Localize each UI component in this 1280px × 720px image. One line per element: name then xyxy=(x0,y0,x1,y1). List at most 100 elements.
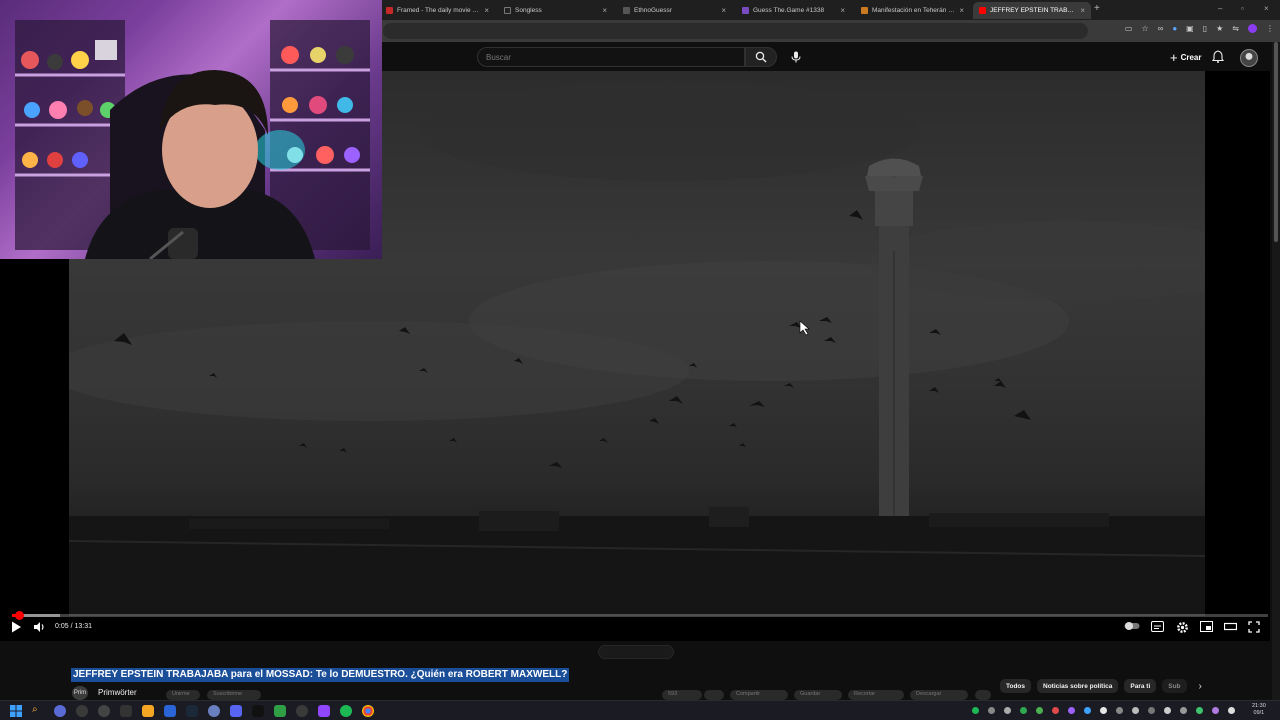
tab-guess-the-game[interactable]: Guess The.Game #1338 × xyxy=(736,2,851,19)
window-close-icon[interactable]: × xyxy=(1264,4,1269,13)
close-icon[interactable]: × xyxy=(602,6,607,15)
app-green-icon[interactable] xyxy=(274,705,286,717)
play-button[interactable] xyxy=(11,621,22,633)
channel-name[interactable]: Primwörter xyxy=(98,688,137,697)
tiktok-icon[interactable] xyxy=(252,705,264,717)
clip-button[interactable]: Recortar xyxy=(848,690,904,700)
tray-spotify-icon[interactable] xyxy=(972,707,979,714)
settings-button[interactable] xyxy=(1176,621,1189,634)
like-button[interactable]: 593 xyxy=(662,690,702,700)
fullscreen-button[interactable] xyxy=(1248,621,1260,633)
close-icon[interactable]: × xyxy=(484,6,489,15)
chip-sub[interactable]: Sub xyxy=(1162,679,1187,693)
tray-icon[interactable] xyxy=(1084,707,1091,714)
media-icon[interactable]: ⇋ xyxy=(1232,24,1239,33)
tray-icon[interactable] xyxy=(1164,707,1171,714)
chip-for-you[interactable]: Para ti xyxy=(1124,679,1157,693)
search-button[interactable] xyxy=(745,47,777,67)
address-bar[interactable] xyxy=(383,23,1088,39)
steam-icon[interactable] xyxy=(186,705,198,717)
maximize-icon[interactable]: ▫ xyxy=(1241,4,1244,13)
tray-icon[interactable] xyxy=(1148,707,1155,714)
account-avatar[interactable] xyxy=(1240,49,1258,67)
extension-icon[interactable]: ∞ xyxy=(1158,24,1164,33)
save-button[interactable]: Guardar xyxy=(794,690,842,700)
tray-icon[interactable] xyxy=(1100,707,1107,714)
tray-icon[interactable] xyxy=(1004,707,1011,714)
tab-ethnoguessr[interactable]: EthnoGuessr × xyxy=(617,2,732,19)
app-blue-icon[interactable] xyxy=(164,705,176,717)
minimize-icon[interactable]: – xyxy=(1218,4,1222,13)
notifications-bell-icon[interactable] xyxy=(1212,50,1224,63)
close-icon[interactable]: × xyxy=(1080,6,1085,15)
cast-icon[interactable]: ▭ xyxy=(1125,24,1133,33)
page-scrollbar[interactable] xyxy=(1272,42,1280,700)
theater-mode-button[interactable] xyxy=(1224,621,1237,632)
app-orange-icon[interactable] xyxy=(142,705,154,717)
tab-label: Manifestación en Teherán tras xyxy=(872,7,956,14)
app-arrow-icon[interactable] xyxy=(98,705,110,717)
sidepanel-icon[interactable]: ▯ xyxy=(1203,24,1207,33)
tray-icon[interactable] xyxy=(1036,707,1043,714)
subscribe-button[interactable]: Suscribirme xyxy=(207,690,261,700)
profile-icon[interactable] xyxy=(1248,24,1257,33)
tab-songless[interactable]: Songless × xyxy=(498,2,613,19)
close-icon[interactable]: × xyxy=(721,6,726,15)
menu-kebab-icon[interactable]: ⋮ xyxy=(1266,24,1274,33)
more-actions-button[interactable] xyxy=(975,690,991,700)
windows-taskbar: ⌕ 21:30 09/1 xyxy=(0,700,1280,720)
tray-icon[interactable] xyxy=(1068,707,1075,714)
app-globe-icon[interactable] xyxy=(208,705,220,717)
chip-all[interactable]: Todos xyxy=(1000,679,1032,693)
tab-manifestacion[interactable]: Manifestación en Teherán tras × xyxy=(855,2,970,19)
tray-icon[interactable] xyxy=(1212,707,1219,714)
tray-icon[interactable] xyxy=(1132,707,1139,714)
tray-icon[interactable] xyxy=(1116,707,1123,714)
reading-list-icon[interactable]: ★ xyxy=(1216,24,1223,33)
app-terminal-icon[interactable] xyxy=(120,705,132,717)
join-button[interactable]: Unirme xyxy=(166,690,200,700)
chip-politics-news[interactable]: Noticias sobre política xyxy=(1037,679,1119,693)
new-tab-button[interactable]: + xyxy=(1094,3,1100,14)
download-button[interactable]: Descargar xyxy=(910,690,968,700)
dislike-button[interactable] xyxy=(704,690,724,700)
wifi-icon[interactable] xyxy=(1228,707,1235,714)
voice-search-button[interactable] xyxy=(786,47,806,67)
autoplay-toggle[interactable] xyxy=(1124,621,1140,631)
close-icon[interactable]: × xyxy=(959,6,964,15)
create-button[interactable]: + Crear xyxy=(1164,48,1208,66)
search-input[interactable]: Buscar xyxy=(477,47,745,67)
search-taskbar-icon[interactable]: ⌕ xyxy=(32,704,44,716)
taskbar-clock[interactable]: 21:30 09/1 xyxy=(1252,703,1266,717)
tray-icon[interactable] xyxy=(988,707,995,714)
subtitles-button[interactable] xyxy=(1151,621,1164,632)
tab-framed[interactable]: Framed - The daily movie guessi × xyxy=(380,2,495,19)
bookmark-star-icon[interactable]: ☆ xyxy=(1141,24,1148,33)
app-c-icon[interactable] xyxy=(296,705,308,717)
channel-avatar[interactable]: Prim xyxy=(72,686,88,700)
twitch-icon[interactable] xyxy=(318,705,330,717)
clock-time: 21:30 xyxy=(1252,703,1266,709)
chevron-right-icon[interactable]: › xyxy=(1199,681,1202,692)
app-circle-icon[interactable] xyxy=(76,705,88,717)
extension-blue-icon[interactable]: ● xyxy=(1172,24,1177,33)
share-button[interactable]: Compartir xyxy=(730,690,788,700)
miniplayer-button[interactable] xyxy=(1200,621,1213,632)
spotify-icon[interactable] xyxy=(340,705,352,717)
volume-icon xyxy=(34,622,44,632)
tab-youtube-active[interactable]: JEFFREY EPSTEIN TRABAJABA p × xyxy=(973,2,1091,19)
chrome-icon[interactable] xyxy=(362,705,374,717)
tab-label: EthnoGuessr xyxy=(634,7,672,14)
puzzle-icon[interactable]: ▣ xyxy=(1186,24,1194,33)
discord-icon[interactable] xyxy=(230,705,242,717)
tray-icon[interactable] xyxy=(1052,707,1059,714)
windows-start-icon[interactable] xyxy=(10,705,22,717)
close-icon[interactable]: × xyxy=(840,6,845,15)
tray-icon[interactable] xyxy=(1196,707,1203,714)
video-progress-bar[interactable] xyxy=(12,611,1268,620)
volume-button[interactable] xyxy=(33,621,46,633)
app-v-icon[interactable] xyxy=(54,705,66,717)
scrollbar-thumb[interactable] xyxy=(1274,42,1278,242)
tray-icon[interactable] xyxy=(1180,707,1187,714)
tray-icon[interactable] xyxy=(1020,707,1027,714)
